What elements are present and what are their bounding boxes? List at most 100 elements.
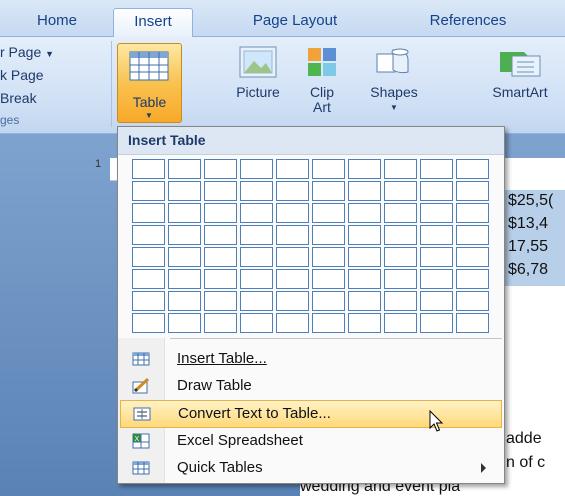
grid-cell[interactable] [312,247,345,267]
grid-cell[interactable] [204,225,237,245]
smartart-button[interactable]: SmartArt [476,46,564,100]
tab-references[interactable]: References [413,8,523,36]
grid-cell[interactable] [204,159,237,179]
grid-cell[interactable] [384,291,417,311]
grid-cell[interactable] [276,225,309,245]
grid-cell[interactable] [276,313,309,333]
grid-cell[interactable] [456,181,489,201]
grid-cell[interactable] [132,181,165,201]
cover-page-button[interactable]: r Page ▼ [0,44,54,60]
grid-cell[interactable] [348,291,381,311]
grid-cell[interactable] [384,181,417,201]
grid-cell[interactable] [240,291,273,311]
grid-cell[interactable] [204,313,237,333]
grid-cell[interactable] [240,247,273,267]
grid-cell[interactable] [312,181,345,201]
tab-insert[interactable]: Insert [113,8,193,37]
grid-cell[interactable] [276,291,309,311]
grid-cell[interactable] [204,181,237,201]
grid-cell[interactable] [420,313,453,333]
clip-art-button[interactable]: Clip Art [300,46,344,115]
grid-cell[interactable] [384,269,417,289]
grid-cell[interactable] [168,203,201,223]
grid-cell[interactable] [420,203,453,223]
grid-cell[interactable] [132,159,165,179]
cover-page-label: r Page [0,44,42,60]
tab-home[interactable]: Home [22,8,92,36]
grid-cell[interactable] [420,269,453,289]
shapes-button[interactable]: Shapes ▼ [362,46,426,115]
grid-cell[interactable] [456,313,489,333]
grid-cell[interactable] [456,203,489,223]
grid-cell[interactable] [456,247,489,267]
excel-spreadsheet-menu-item[interactable]: X Excel Spreadsheet [118,428,504,454]
grid-cell[interactable] [348,313,381,333]
grid-cell[interactable] [456,159,489,179]
grid-cell[interactable] [312,269,345,289]
insert-table-menu-item[interactable]: Insert Table... [118,346,504,372]
grid-cell[interactable] [204,269,237,289]
grid-cell[interactable] [312,159,345,179]
grid-cell[interactable] [276,159,309,179]
page-break-button[interactable]: Break [0,90,37,106]
grid-cell[interactable] [168,313,201,333]
grid-cell[interactable] [132,247,165,267]
grid-cell[interactable] [132,225,165,245]
grid-cell[interactable] [240,203,273,223]
submenu-arrow-icon [481,463,486,473]
table-button[interactable]: Table ▼ [117,43,182,123]
grid-cell[interactable] [456,291,489,311]
grid-cell[interactable] [384,225,417,245]
grid-cell[interactable] [132,313,165,333]
grid-cell[interactable] [420,291,453,311]
grid-cell[interactable] [168,181,201,201]
grid-cell[interactable] [204,291,237,311]
tab-page-layout[interactable]: Page Layout [240,8,350,36]
blank-page-button[interactable]: k Page [0,67,44,83]
grid-cell[interactable] [348,225,381,245]
grid-cell[interactable] [312,225,345,245]
grid-cell[interactable] [420,225,453,245]
grid-cell[interactable] [456,269,489,289]
grid-cell[interactable] [132,203,165,223]
grid-cell[interactable] [276,247,309,267]
grid-cell[interactable] [276,203,309,223]
grid-cell[interactable] [168,247,201,267]
grid-cell[interactable] [240,269,273,289]
grid-cell[interactable] [348,269,381,289]
grid-cell[interactable] [132,269,165,289]
grid-cell[interactable] [348,247,381,267]
grid-cell[interactable] [276,269,309,289]
grid-cell[interactable] [348,159,381,179]
grid-cell[interactable] [240,159,273,179]
grid-cell[interactable] [420,247,453,267]
grid-cell[interactable] [420,159,453,179]
grid-cell[interactable] [240,181,273,201]
grid-cell[interactable] [204,247,237,267]
draw-table-menu-item[interactable]: Draw Table [118,373,504,399]
grid-cell[interactable] [384,203,417,223]
grid-cell[interactable] [384,159,417,179]
grid-cell[interactable] [276,181,309,201]
draw-table-label: Draw Table [177,377,252,394]
grid-cell[interactable] [168,159,201,179]
grid-cell[interactable] [204,203,237,223]
insert-table-header: Insert Table [118,127,504,155]
grid-cell[interactable] [168,225,201,245]
grid-cell[interactable] [132,291,165,311]
grid-cell[interactable] [384,247,417,267]
grid-cell[interactable] [384,313,417,333]
picture-button[interactable]: Picture [228,46,288,100]
grid-cell[interactable] [456,225,489,245]
grid-cell[interactable] [168,269,201,289]
grid-cell[interactable] [312,313,345,333]
quick-tables-menu-item[interactable]: Quick Tables [118,455,504,481]
grid-cell[interactable] [312,291,345,311]
grid-cell[interactable] [348,203,381,223]
grid-cell[interactable] [240,313,273,333]
grid-cell[interactable] [312,203,345,223]
grid-cell[interactable] [420,181,453,201]
grid-cell[interactable] [348,181,381,201]
grid-cell[interactable] [240,225,273,245]
grid-cell[interactable] [168,291,201,311]
